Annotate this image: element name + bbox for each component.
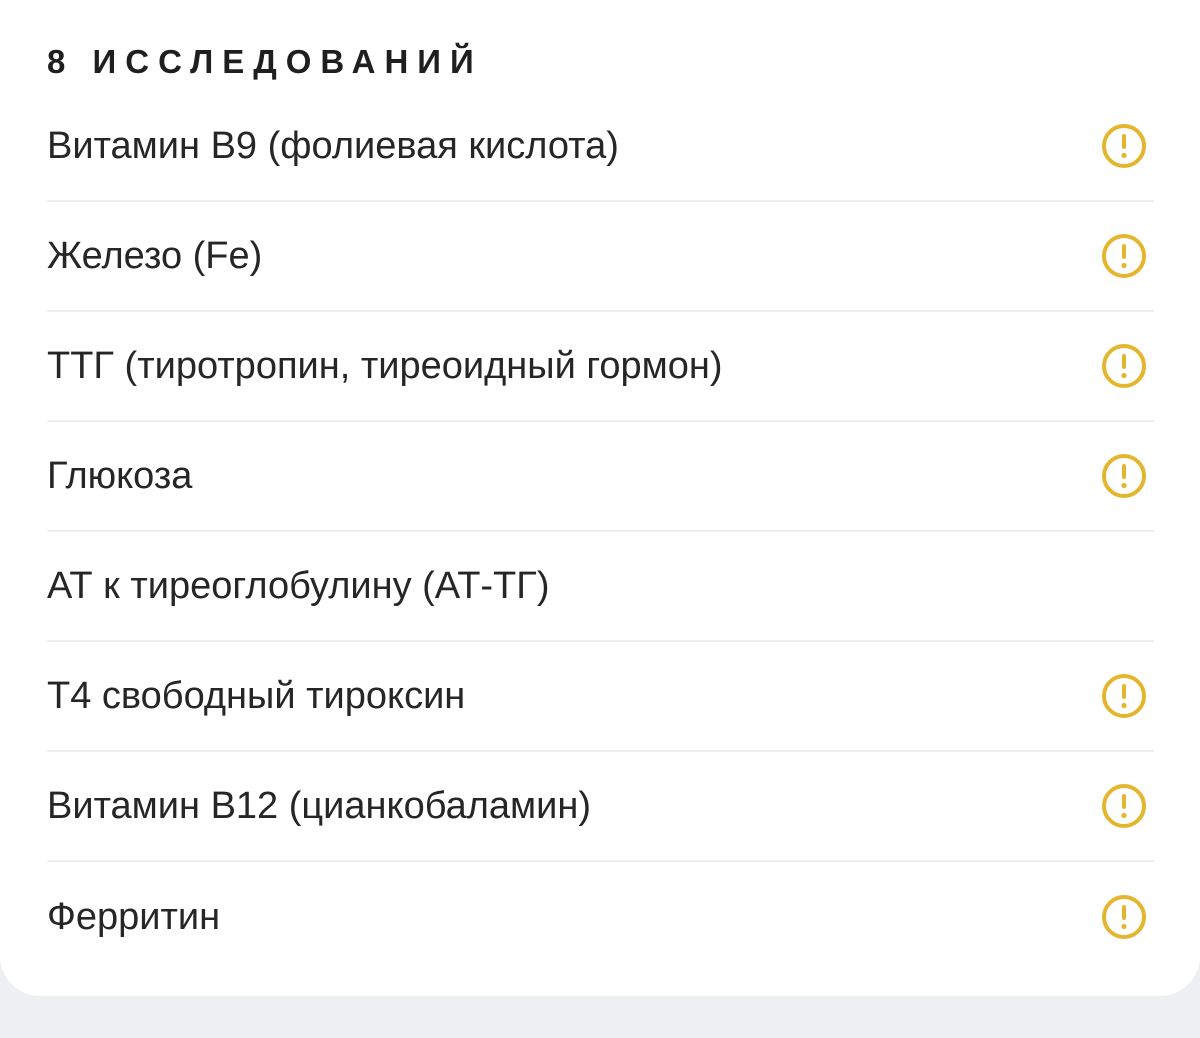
test-row[interactable]: ТТГ (тиротропин, тиреоидный гормон) — [47, 312, 1154, 422]
warning-icon — [1102, 344, 1146, 388]
test-label: АТ к тиреоглобулину (АТ-ТГ) — [47, 565, 550, 607]
test-row[interactable]: АТ к тиреоглобулину (АТ-ТГ) — [47, 532, 1154, 642]
test-label: Ферритин — [47, 896, 221, 938]
test-label: Железо (Fe) — [47, 235, 263, 277]
test-row[interactable]: Витамин B9 (фолиевая кислота) — [47, 92, 1154, 202]
test-row[interactable]: Витамин B12 (цианкобаламин) — [47, 752, 1154, 862]
warning-icon — [1102, 454, 1146, 498]
test-row[interactable]: Ферритин — [47, 862, 1154, 972]
tests-card: 8 ИССЛЕДОВАНИЙ Витамин B9 (фолиевая кисл… — [0, 0, 1200, 996]
section-title: 8 ИССЛЕДОВАНИЙ — [47, 43, 483, 80]
warning-icon — [1102, 674, 1146, 718]
test-row[interactable]: Т4 свободный тироксин — [47, 642, 1154, 752]
test-label: Т4 свободный тироксин — [47, 675, 466, 717]
warning-icon — [1102, 234, 1146, 278]
warning-icon — [1102, 895, 1146, 939]
warning-icon — [1102, 784, 1146, 828]
tests-list: Витамин B9 (фолиевая кислота) Железо (Fe… — [47, 92, 1154, 972]
test-label: Глюкоза — [47, 455, 193, 497]
test-label: Витамин B9 (фолиевая кислота) — [47, 125, 619, 167]
test-row[interactable]: Глюкоза — [47, 422, 1154, 532]
warning-icon — [1102, 124, 1146, 168]
test-row[interactable]: Железо (Fe) — [47, 202, 1154, 312]
test-label: Витамин B12 (цианкобаламин) — [47, 785, 592, 827]
test-label: ТТГ (тиротропин, тиреоидный гормон) — [47, 345, 723, 387]
